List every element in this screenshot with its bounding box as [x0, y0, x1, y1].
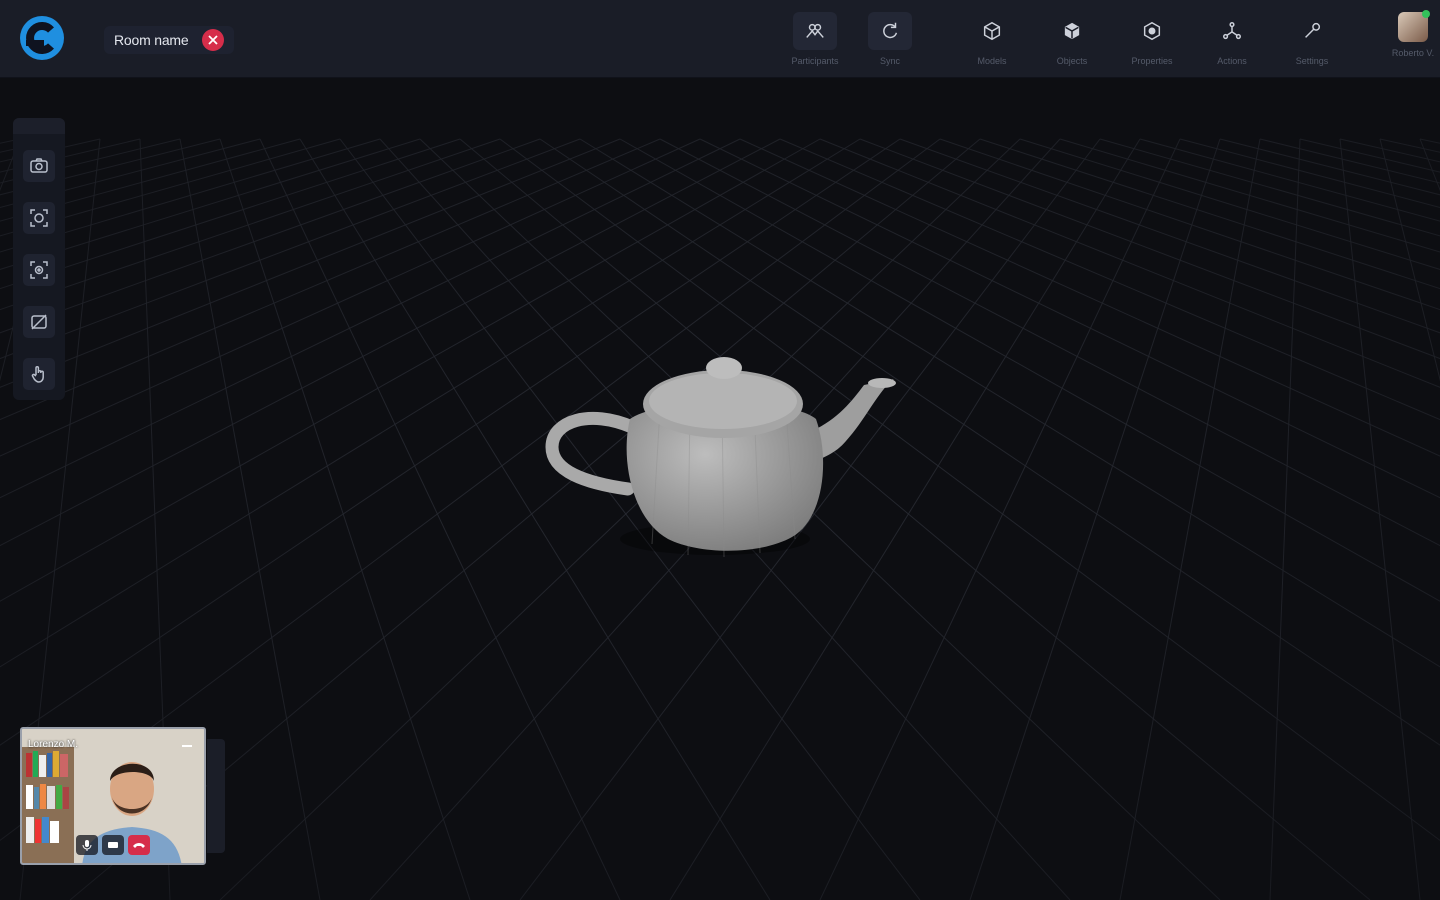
user-name: Roberto V. — [1391, 48, 1435, 58]
nav-sync[interactable]: Sync — [850, 12, 930, 66]
nav-actions-label: Actions — [1217, 56, 1247, 66]
properties-icon — [1143, 21, 1161, 41]
microphone-icon — [82, 840, 92, 851]
view-toolbar — [13, 118, 65, 400]
camera-snapshot-button[interactable] — [23, 150, 55, 182]
top-bar: Room name Participants Sync Models Objec… — [0, 0, 1440, 78]
camera-icon — [30, 158, 48, 173]
phone-hangup-icon — [133, 843, 145, 848]
nav-objects[interactable]: Objects — [1032, 12, 1112, 66]
participant-name: Lorenzo M. — [28, 739, 79, 750]
video-panel-expand-handle[interactable] — [207, 739, 225, 853]
nav-sync-label: Sync — [879, 56, 900, 66]
nav-models-label: Models — [977, 56, 1007, 66]
nav-participants-label: Participants — [791, 56, 839, 66]
participants-icon — [806, 23, 824, 38]
hide-icon — [31, 314, 47, 330]
objects-icon — [1064, 22, 1080, 40]
settings-icon — [1305, 22, 1321, 38]
hand-icon — [31, 366, 44, 383]
end-call-button[interactable] — [128, 835, 150, 855]
toolbar-drag-handle[interactable] — [13, 118, 65, 134]
video-call-tile[interactable]: Lorenzo M. — [20, 727, 206, 865]
sync-icon — [883, 22, 898, 39]
nav-models[interactable]: Models — [952, 12, 1032, 66]
mute-mic-button[interactable] — [76, 835, 98, 855]
toggle-camera-button[interactable] — [102, 835, 124, 855]
room-name-chip[interactable]: Room name — [104, 26, 235, 54]
nav-actions[interactable]: Actions — [1192, 12, 1272, 66]
online-status-dot — [1422, 10, 1430, 18]
focus-view-button[interactable] — [23, 202, 55, 234]
pan-hand-button[interactable] — [23, 358, 55, 390]
nav-settings[interactable]: Settings — [1272, 12, 1352, 66]
call-controls — [76, 835, 150, 855]
nav-settings-label: Settings — [1295, 56, 1329, 66]
nav-participants[interactable]: Participants — [775, 12, 855, 66]
nav-properties-label: Properties — [1131, 56, 1173, 66]
target-view-button[interactable] — [23, 254, 55, 286]
close-icon — [208, 35, 219, 45]
room-name: Room name — [114, 32, 189, 48]
video-camera-icon — [108, 842, 118, 848]
models-icon — [983, 21, 1001, 41]
user-menu[interactable]: Roberto V. — [1386, 10, 1440, 58]
app-logo[interactable] — [18, 14, 66, 62]
leave-room-button[interactable] — [202, 29, 225, 51]
target-icon — [30, 261, 48, 279]
hide-objects-button[interactable] — [23, 306, 55, 338]
nav-properties[interactable]: Properties — [1112, 12, 1192, 66]
avatar — [1398, 10, 1430, 42]
nav-objects-label: Objects — [1056, 56, 1088, 66]
minimize-video-button[interactable] — [182, 745, 192, 747]
actions-icon — [1223, 22, 1241, 40]
focus-icon — [30, 209, 48, 227]
